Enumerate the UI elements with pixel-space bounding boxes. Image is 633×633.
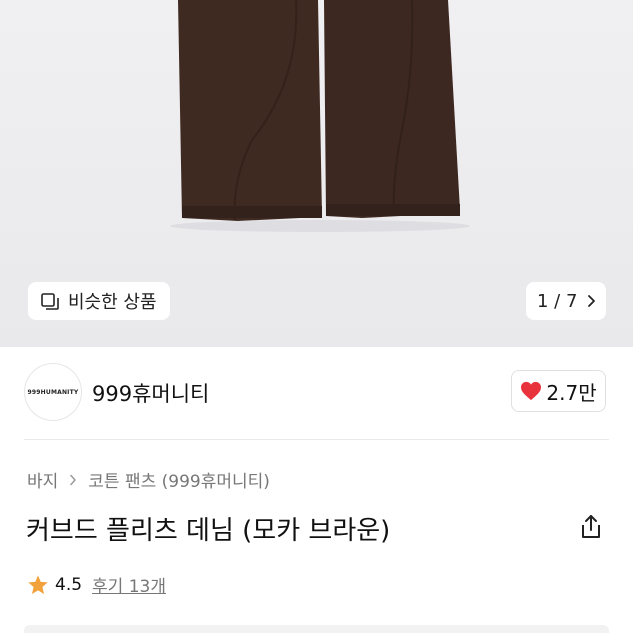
product-title: 커브드 플리츠 데님 (모카 브라운): [26, 516, 391, 546]
similar-items-button[interactable]: 비슷한 상품: [28, 282, 170, 320]
review-count-link[interactable]: 후기 13개: [92, 572, 166, 597]
like-button[interactable]: 2.7만: [511, 370, 606, 412]
chevron-right-icon: [70, 474, 77, 485]
image-pager-text: 1 / 7: [537, 290, 578, 312]
next-section-edge: [24, 625, 609, 633]
similar-items-icon: [41, 293, 59, 310]
share-icon[interactable]: [578, 513, 604, 541]
brand-logo[interactable]: 999HUMANITY: [24, 363, 82, 421]
image-pager-button[interactable]: 1 / 7: [526, 282, 606, 320]
similar-items-label: 비슷한 상품: [68, 292, 157, 313]
brand-logo-text: 999HUMANITY: [27, 388, 79, 396]
brand-name[interactable]: 999휴머니티: [92, 378, 209, 408]
breadcrumb-category[interactable]: 바지: [27, 467, 58, 492]
heart-icon: [521, 381, 542, 401]
star-icon: [28, 574, 48, 594]
chevron-right-icon: [588, 295, 596, 307]
breadcrumb-subcategory[interactable]: 코튼 팬츠 (999휴머니티): [88, 467, 270, 492]
breadcrumb: 바지 코튼 팬츠 (999휴머니티): [27, 467, 270, 492]
like-count: 2.7만: [546, 380, 597, 405]
rating-row: 4.5 후기 13개: [27, 572, 166, 597]
rating-score: 4.5: [55, 574, 83, 595]
divider: [24, 439, 609, 440]
